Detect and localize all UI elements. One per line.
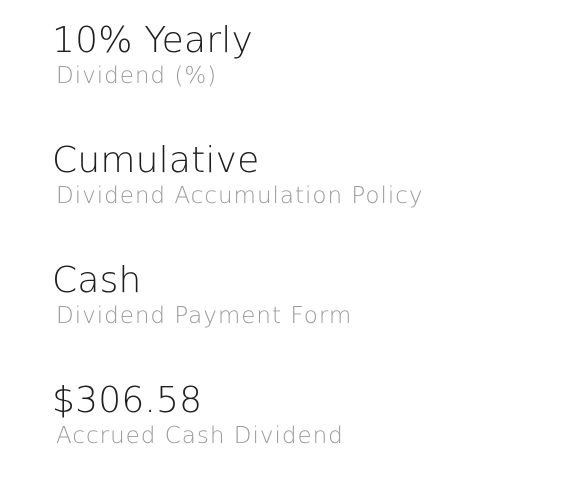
stat-payment-form: Cash Dividend Payment Form [52,260,352,330]
stat-accumulation-policy: Cumulative Dividend Accumulation Policy [52,140,424,210]
stat-label: Dividend (%) [56,63,218,89]
stat-label: Dividend Payment Form [56,303,353,329]
stat-label: Accrued Cash Dividend [56,423,344,449]
stat-label: Dividend Accumulation Policy [56,183,424,209]
stat-value: 10% Yearly [52,20,253,61]
stat-accrued-cash-dividend: $306.58 Accrued Cash Dividend [52,380,344,450]
stat-value: $306.58 [52,380,203,421]
stat-dividend-rate: 10% Yearly Dividend (%) [52,20,253,90]
stat-value: Cash [52,260,142,301]
dividend-details-panel: 10% Yearly Dividend (%) Cumulative Divid… [0,0,561,500]
stat-value: Cumulative [52,140,260,181]
